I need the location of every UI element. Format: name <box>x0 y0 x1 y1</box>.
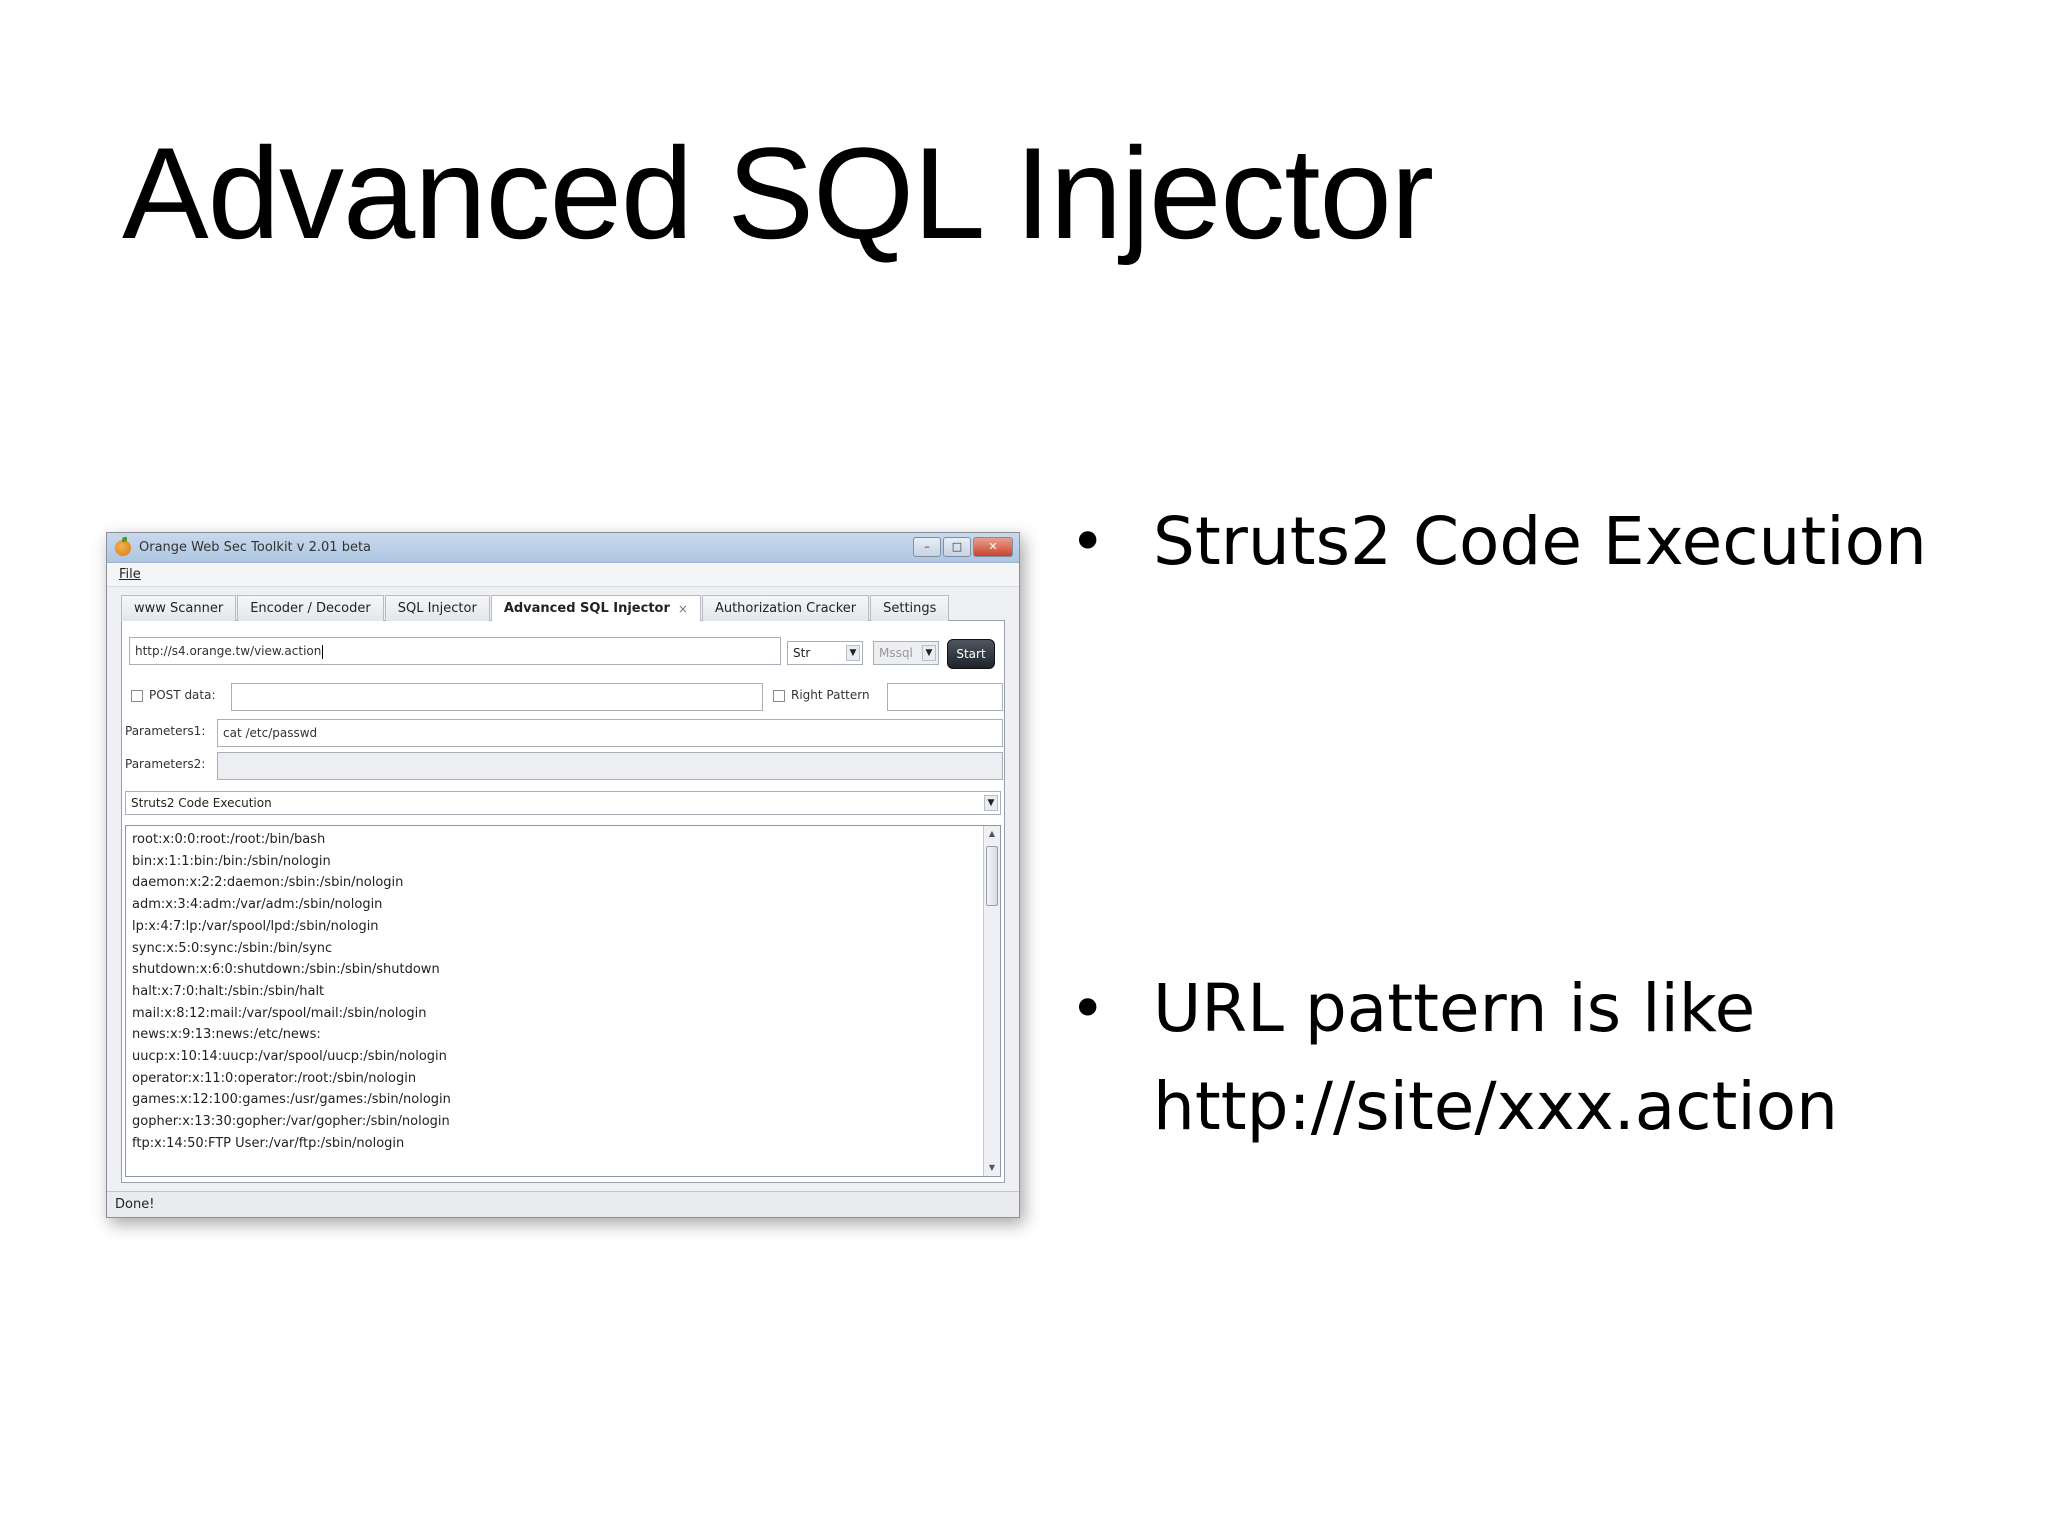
tab-encoder-decoder[interactable]: Encoder / Decoder <box>237 595 384 621</box>
tab-authorization-cracker[interactable]: Authorization Cracker <box>701 595 870 621</box>
method-select-value: Mssql <box>879 646 913 660</box>
title-bar[interactable]: Orange Web Sec Toolkit v 2.01 beta – □ ✕ <box>107 533 1019 563</box>
slide-title: Advanced SQL Injector <box>122 120 1434 266</box>
type-select-value: Str <box>793 646 811 660</box>
bullet-item: • Struts2 Code Execution <box>1070 493 1927 591</box>
vertical-scrollbar[interactable]: ▲ ▼ <box>983 826 1000 1176</box>
maximize-button[interactable]: □ <box>943 537 971 557</box>
bullet-dot-icon: • <box>1070 974 1106 1044</box>
chevron-down-icon: ▼ <box>984 795 998 811</box>
minimize-button[interactable]: – <box>913 537 941 557</box>
tab-settings[interactable]: Settings <box>870 595 950 621</box>
parameters2-label: Parameters2: <box>125 757 206 771</box>
tab-strip: www Scanner Encoder / Decoder SQL Inject… <box>121 595 1005 622</box>
tab-label: SQL Injector <box>397 600 477 616</box>
output-line: sync:x:5:0:sync:/sbin:/bin/sync <box>132 940 333 956</box>
output-line: lp:x:4:7:lp:/var/spool/lpd:/sbin/nologin <box>132 918 379 934</box>
start-button[interactable]: Start <box>947 639 995 669</box>
chevron-down-icon: ▼ <box>922 645 936 661</box>
right-pattern-checkbox[interactable] <box>773 690 785 702</box>
tab-label: Authorization Cracker <box>714 600 857 616</box>
output-line: uucp:x:10:14:uucp:/var/spool/uucp:/sbin/… <box>132 1049 447 1065</box>
bullet-text: Struts2 Code Execution <box>1153 503 1927 580</box>
app-window: Orange Web Sec Toolkit v 2.01 beta – □ ✕… <box>106 532 1020 1218</box>
menu-bar: File <box>107 563 1019 587</box>
output-line: root:x:0:0:root:/root:/bin/bash <box>132 832 326 847</box>
post-data-checkbox[interactable] <box>131 690 143 702</box>
output-line: gopher:x:13:30:gopher:/var/gopher:/sbin/… <box>132 1114 450 1130</box>
tab-advanced-sql-injector[interactable]: Advanced SQL Injector × <box>490 595 701 622</box>
scrollbar-thumb[interactable] <box>986 846 998 906</box>
chevron-down-icon: ▼ <box>846 645 860 661</box>
mode-select-value: Struts2 Code Execution <box>131 796 272 810</box>
output-line: news:x:9:13:news:/etc/news: <box>132 1027 321 1043</box>
bullet-dot-icon: • <box>1070 507 1106 577</box>
tab-label: www Scanner <box>134 600 224 616</box>
right-pattern-label: Right Pattern <box>791 688 870 702</box>
close-button[interactable]: ✕ <box>973 537 1013 557</box>
output-line: halt:x:7:0:halt:/sbin:/sbin/halt <box>132 983 325 999</box>
tab-www-scanner[interactable]: www Scanner <box>121 595 237 621</box>
bullet-text: URL pattern is like <box>1153 970 1756 1047</box>
output-line: shutdown:x:6:0:shutdown:/sbin:/sbin/shut… <box>132 962 440 978</box>
output-line: daemon:x:2:2:daemon:/sbin:/sbin/nologin <box>132 875 404 891</box>
parameters1-input[interactable]: cat /etc/passwd <box>217 719 1003 747</box>
scroll-up-icon[interactable]: ▲ <box>984 826 1000 842</box>
type-select[interactable]: Str ▼ <box>787 641 863 665</box>
status-bar: Done! <box>107 1191 1019 1217</box>
tab-close-icon[interactable]: × <box>678 597 688 621</box>
window-title: Orange Web Sec Toolkit v 2.01 beta <box>139 540 372 555</box>
tab-label: Settings <box>883 600 937 616</box>
output-line: adm:x:3:4:adm:/var/adm:/sbin/nologin <box>132 897 383 913</box>
output-line: ftp:x:14:50:FTP User:/var/ftp:/sbin/nolo… <box>132 1135 405 1151</box>
output-line: mail:x:8:12:mail:/var/spool/mail:/sbin/n… <box>132 1005 427 1021</box>
url-input[interactable]: http://s4.orange.tw/view.action <box>129 637 781 665</box>
post-data-input[interactable] <box>231 683 763 711</box>
output-line: operator:x:11:0:operator:/root:/sbin/nol… <box>132 1070 417 1086</box>
output-textarea[interactable]: root:x:0:0:root:/root:/bin/bash bin:x:1:… <box>125 825 1001 1177</box>
tab-label: Advanced SQL Injector <box>503 601 670 616</box>
tab-label: Encoder / Decoder <box>250 600 371 616</box>
url-input-value: http://s4.orange.tw/view.action <box>135 644 322 658</box>
output-lines: root:x:0:0:root:/root:/bin/bash bin:x:1:… <box>132 829 994 1155</box>
mode-select[interactable]: Struts2 Code Execution ▼ <box>125 791 1001 815</box>
tab-sql-injector[interactable]: SQL Injector <box>384 595 490 621</box>
orange-app-icon <box>115 536 131 556</box>
menu-file[interactable]: File <box>119 567 141 582</box>
bullet-item: • URL pattern is like http://site/xxx.ac… <box>1070 960 1838 1156</box>
window-controls: – □ ✕ <box>913 537 1013 557</box>
text-caret <box>322 644 324 659</box>
output-line: games:x:12:100:games:/usr/games:/sbin/no… <box>132 1092 451 1108</box>
method-select[interactable]: Mssql ▼ <box>873 641 939 665</box>
post-data-label: POST data: <box>149 688 216 702</box>
parameters1-label: Parameters1: <box>125 724 206 738</box>
output-line: bin:x:1:1:bin:/bin:/sbin/nologin <box>132 853 331 869</box>
parameters2-input[interactable] <box>217 752 1003 780</box>
status-text: Done! <box>115 1197 155 1212</box>
bullet-text: http://site/xxx.action <box>1153 1068 1838 1145</box>
right-pattern-input[interactable] <box>887 683 1003 711</box>
scroll-down-icon[interactable]: ▼ <box>984 1160 1000 1176</box>
